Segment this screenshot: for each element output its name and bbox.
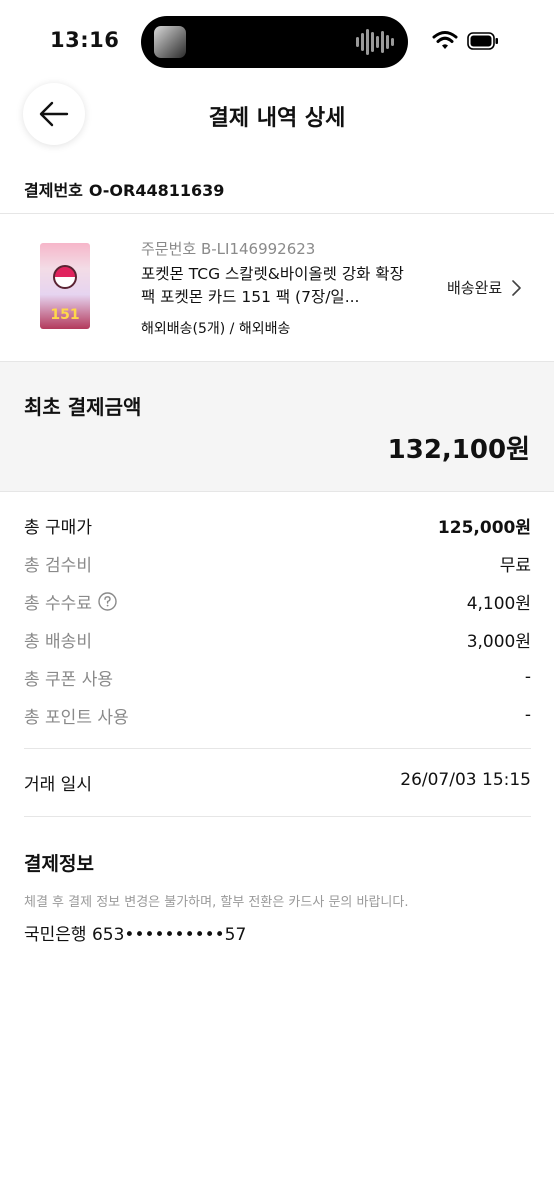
divider: [0, 491, 554, 492]
row-label-wrap: 총 수수료: [24, 589, 117, 614]
payment-account: 국민은행 653••••••••••57: [24, 925, 247, 945]
chevron-right-icon: [512, 279, 522, 296]
total-payment-amount: 132,100원: [387, 435, 530, 465]
pokeball-icon: [53, 265, 77, 289]
row-value: -: [524, 705, 531, 725]
trade-datetime-row: 거래 일시 26/07/03 15:15: [24, 770, 531, 795]
purchase-price-row: 총 구매가 125,000원: [24, 513, 531, 538]
trade-datetime-value: 26/07/03 15:15: [400, 770, 531, 790]
delivery-status-label: 배송완료: [447, 279, 503, 297]
status-time: 13:16: [50, 28, 120, 52]
row-value: -: [524, 667, 531, 687]
divider: [24, 748, 531, 749]
row-value: 무료: [499, 555, 531, 576]
row-value: 125,000원: [437, 517, 531, 538]
status-bar: 13:16: [0, 0, 554, 84]
payment-number-label: 결제번호: [24, 181, 83, 200]
row-label: 총 배송비: [24, 631, 92, 652]
points-row: 총 포인트 사용 -: [24, 703, 531, 728]
page-title: 결제 내역 상세: [208, 106, 346, 131]
payment-number-value: O-OR44811639: [88, 181, 225, 200]
trade-datetime-label: 거래 일시: [24, 775, 92, 795]
divider: [0, 213, 554, 214]
total-payment-label: 최초 결제금액: [24, 395, 142, 419]
product-name: 포켓몬 TCG 스칼렛&바이올렛 강화 확장팩 포켓몬 카드 151 팩 (7장…: [141, 265, 404, 306]
audio-waveform-icon: [356, 28, 394, 56]
order-number: 주문번호 B-LI146992623: [141, 240, 316, 258]
shipping-fee-row: 총 배송비 3,000원: [24, 627, 531, 652]
divider: [24, 816, 531, 817]
coupon-row: 총 쿠폰 사용 -: [24, 665, 531, 690]
inspection-fee-row: 총 검수비 무료: [24, 551, 531, 576]
row-label: 총 쿠폰 사용: [24, 669, 114, 690]
row-label: 총 구매가: [24, 517, 92, 538]
dynamic-island[interactable]: [141, 16, 408, 68]
commission-row: 총 수수료 4,100원: [24, 589, 531, 614]
payment-info-title: 결제정보: [24, 853, 94, 875]
help-icon[interactable]: [98, 591, 117, 611]
total-payment-panel: [0, 362, 554, 491]
row-label: 총 포인트 사용: [24, 707, 129, 728]
row-value: 3,000원: [466, 631, 531, 652]
now-playing-thumbnail: [154, 26, 186, 58]
product-thumbnail-text: 151: [50, 307, 80, 323]
row-value: 4,100원: [466, 593, 531, 614]
row-label: 총 수수료: [24, 593, 92, 614]
payment-info-note: 체결 후 결제 정보 변경은 불가하며, 할부 전환은 카드사 문의 바랍니다.: [24, 895, 409, 910]
wifi-icon: [432, 31, 458, 49]
payment-number: 결제번호 O-OR44811639: [24, 177, 230, 201]
shipping-info: 해외배송(5개) / 해외배송: [141, 321, 291, 337]
product-thumbnail: 151: [40, 243, 90, 329]
row-label: 총 검수비: [24, 555, 92, 576]
delivery-status-link[interactable]: 배송완료: [447, 277, 522, 298]
battery-icon: [467, 32, 498, 50]
